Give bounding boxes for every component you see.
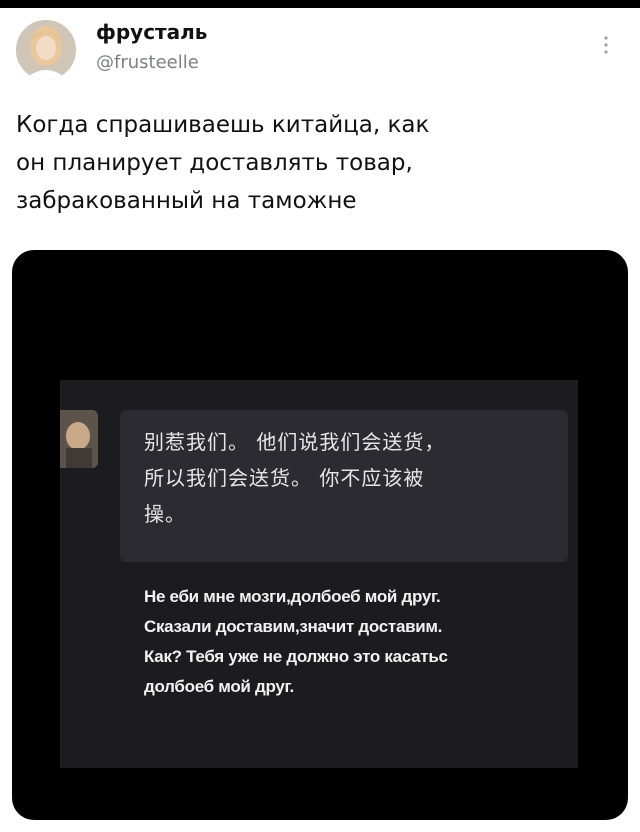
translation-line: Сказали доставим,значит доставим. bbox=[144, 617, 443, 636]
display-name[interactable]: фрусталь bbox=[96, 20, 207, 44]
tweet-text-line: Когда спрашиваешь китайца, как bbox=[16, 112, 430, 138]
chinese-line: 所以我们会送货。 你不应该被 bbox=[144, 466, 425, 490]
translation-line: Не еби мне мозги,долбоеб мой друг. bbox=[144, 587, 441, 606]
more-vertical-icon[interactable] bbox=[598, 34, 614, 56]
chinese-message-text: 别惹我们。 他们说我们会送货， 所以我们会送货。 你不应该被 操。 bbox=[144, 424, 554, 532]
avatar-photo bbox=[16, 20, 76, 80]
chinese-line: 操。 bbox=[144, 502, 186, 526]
top-status-strip bbox=[0, 0, 640, 8]
tweet-text: Когда спрашиваешь китайца, как он планир… bbox=[16, 106, 616, 220]
translation-text: Не еби мне мозги,долбоеб мой друг. Сказа… bbox=[144, 582, 578, 702]
translation-line: Как? Тебя уже не должно это касатьс bbox=[144, 647, 448, 666]
tweet-media-image[interactable]: 别惹我们。 他们说我们会送货， 所以我们会送货。 你不应该被 操。 Не еби… bbox=[12, 250, 628, 820]
translation-line: долбоеб мой друг. bbox=[144, 677, 294, 696]
chat-screenshot: 别惹我们。 他们说我们会送货， 所以我们会送货。 你不应该被 操。 Не еби… bbox=[60, 380, 578, 768]
chinese-line: 别惹我们。 他们说我们会送货， bbox=[144, 430, 446, 454]
avatar[interactable] bbox=[16, 20, 76, 80]
chat-avatar bbox=[60, 410, 98, 468]
tweet-text-line: забракованный на таможне bbox=[16, 188, 357, 214]
username-handle[interactable]: @frusteelle bbox=[96, 52, 199, 73]
tweet-text-line: он планирует доставлять товар, bbox=[16, 150, 413, 176]
